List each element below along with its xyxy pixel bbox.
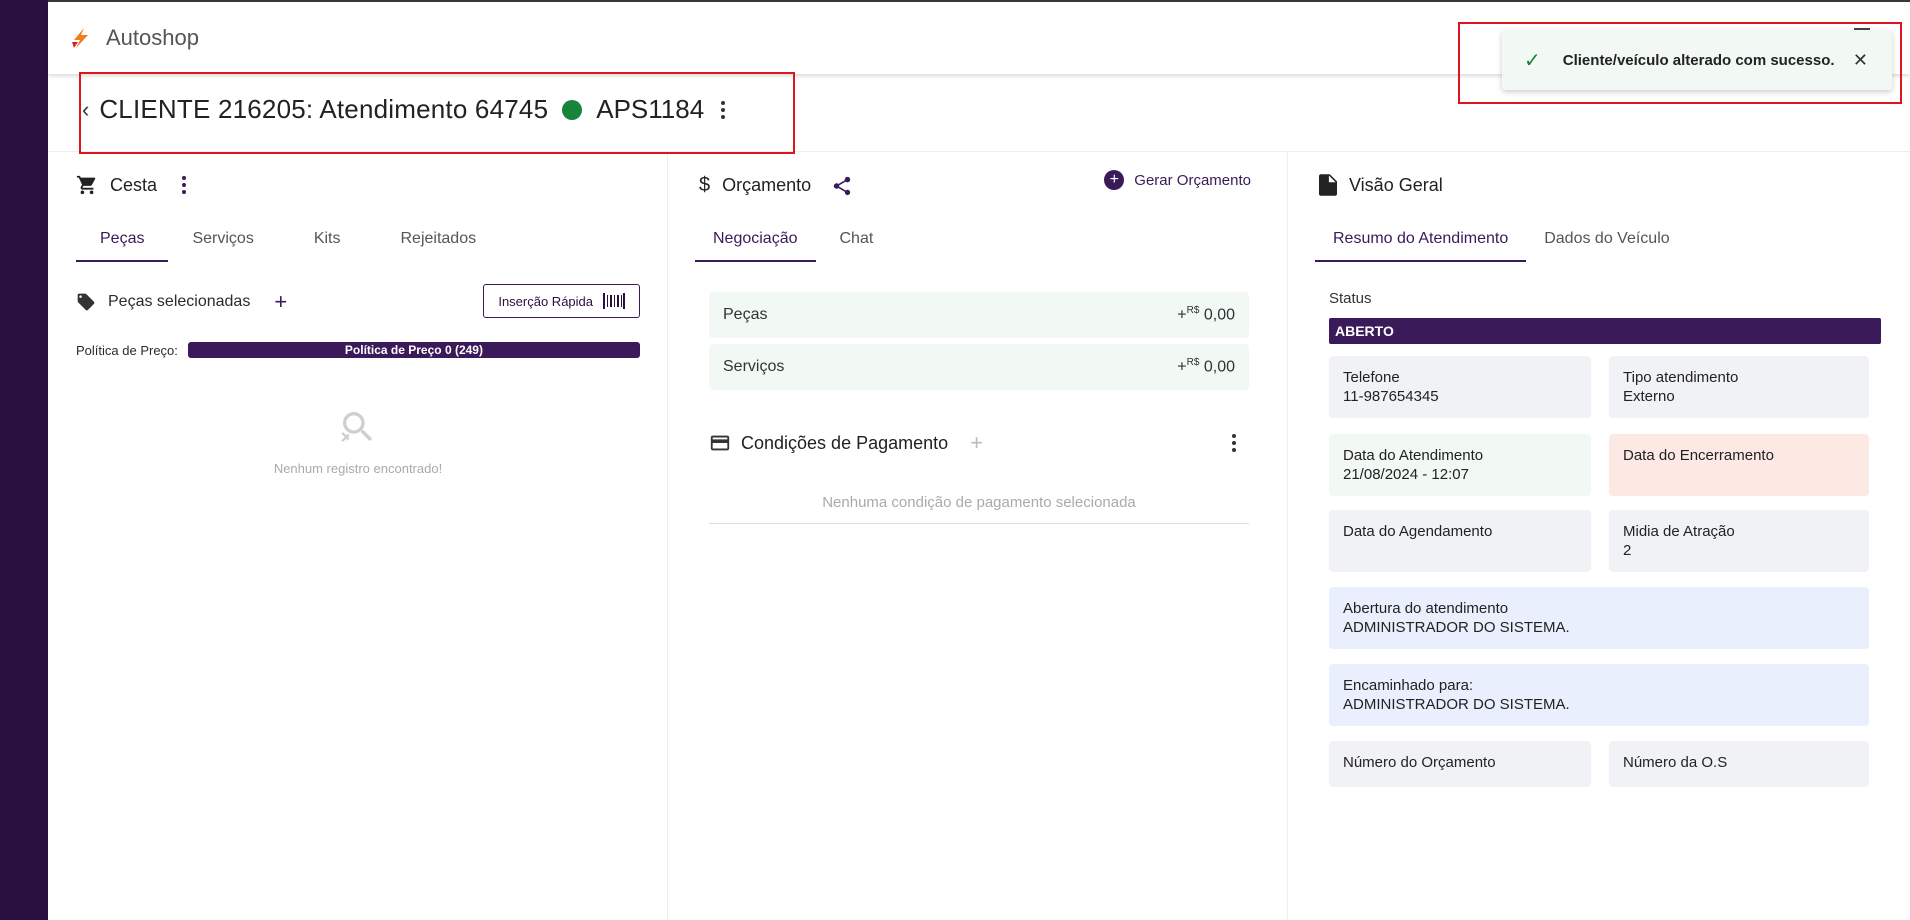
tab-servicos[interactable]: Serviços: [168, 222, 277, 262]
payment-conditions-header: Condições de Pagamento +: [709, 430, 1249, 456]
card-data-agendamento: Data do Agendamento: [1329, 510, 1591, 572]
status-dot: [562, 99, 583, 120]
quick-insert-label: Inserção Rápida: [498, 293, 593, 309]
share-icon[interactable]: [831, 175, 853, 197]
add-part-button[interactable]: +: [274, 289, 287, 315]
visao-header: Visão Geral: [1319, 174, 1443, 196]
status-label: Status: [1329, 290, 1372, 307]
price-row-servicos: Serviços +R$ 0,00: [709, 344, 1249, 390]
tab-kits[interactable]: Kits: [278, 222, 377, 262]
back-button[interactable]: ‹: [82, 97, 89, 123]
barcode-icon: [603, 293, 625, 309]
generate-quote-label: Gerar Orçamento: [1134, 171, 1251, 189]
card-data-atendimento: Data do Atendimento 21/08/2024 - 12:07: [1329, 434, 1591, 496]
document-icon: [1319, 174, 1337, 196]
cart-icon: [76, 175, 96, 195]
visao-tabs: Resumo do Atendimento Dados do Veículo: [1315, 222, 1688, 262]
add-condition-button[interactable]: +: [970, 430, 983, 456]
vehicle-plate: APS1184: [596, 94, 705, 124]
card-tipo-atendimento: Tipo atendimento Externo: [1609, 356, 1869, 418]
add-circle-icon: +: [1104, 170, 1125, 190]
card-data-encerramento: Data do Encerramento: [1609, 434, 1869, 496]
tab-negociacao[interactable]: Negociação: [695, 222, 816, 262]
price-policy-row: Política de Preço: Política de Preço 0 (…: [76, 342, 640, 358]
tab-dados-veiculo[interactable]: Dados do Veículo: [1526, 222, 1687, 262]
card-numero-orcamento: Número do Orçamento: [1329, 741, 1591, 787]
card-midia-atracao: Midia de Atração 2: [1609, 510, 1869, 572]
orcamento-header: $ Orçamento: [699, 174, 853, 197]
tab-resumo[interactable]: Resumo do Atendimento: [1315, 222, 1527, 262]
status-value: ABERTO: [1329, 318, 1881, 344]
orcamento-tabs: Negociação Chat: [695, 222, 897, 262]
cesta-tabs: Peças Serviços Kits Rejeitados: [76, 222, 500, 262]
conditions-empty-message: Nenhuma condição de pagamento selecionad…: [709, 494, 1249, 524]
generate-quote-button[interactable]: + Gerar Orçamento: [1104, 170, 1251, 190]
card-abertura: Abertura do atendimento ADMINISTRADOR DO …: [1329, 587, 1869, 649]
price-row-label: Serviços: [723, 358, 785, 375]
selected-parts-title: Peças selecionadas: [108, 293, 251, 310]
header-more-icon[interactable]: [720, 100, 726, 119]
payment-conditions-title: Condições de Pagamento: [741, 432, 949, 453]
tab-pecas[interactable]: Peças: [76, 222, 169, 262]
selected-parts-row: Peças selecionadas + Inserção Rápida: [76, 282, 640, 322]
price-row-pecas: Peças +R$ 0,00: [709, 292, 1249, 338]
cesta-title: Cesta: [110, 174, 158, 195]
credit-card-icon: [710, 435, 730, 451]
left-sidebar[interactable]: [0, 0, 48, 920]
success-toast: ✓ Cliente/veículo alterado com sucesso. …: [1502, 30, 1892, 90]
toast-close-icon[interactable]: ✕: [1853, 50, 1868, 71]
visao-geral-panel: Visão Geral Resumo do Atendimento Dados …: [1289, 152, 1910, 920]
conditions-more-icon[interactable]: [1231, 434, 1237, 452]
cesta-header: Cesta: [76, 174, 187, 196]
quick-insert-button[interactable]: Inserção Rápida: [483, 284, 640, 318]
search-off-icon: [341, 412, 373, 442]
price-policy-selector[interactable]: Política de Preço 0 (249): [187, 342, 640, 358]
dollar-icon: $: [699, 174, 711, 196]
price-row-value: +R$ 0,00: [1177, 357, 1235, 376]
visao-title: Visão Geral: [1349, 174, 1443, 195]
price-row-value: +R$ 0,00: [1177, 305, 1235, 324]
empty-message: Nenhum registro encontrado!: [273, 461, 443, 476]
autoshop-logo-icon: [72, 28, 88, 48]
page-title: CLIENTE 216205: Atendimento 64745: [99, 94, 549, 124]
orcamento-title: Orçamento: [722, 175, 812, 195]
tag-icon: [77, 293, 95, 311]
cesta-panel: Cesta Peças Serviços Kits Rejeitados Peç…: [48, 152, 668, 920]
app-title: Autoshop: [106, 25, 199, 50]
check-icon: ✓: [1524, 49, 1541, 72]
cesta-more-icon[interactable]: [181, 176, 187, 194]
price-policy-label: Política de Preço:: [76, 342, 178, 358]
toast-message: Cliente/veículo alterado com sucesso.: [1562, 51, 1835, 69]
card-numero-os: Número da O.S: [1609, 741, 1869, 787]
tab-chat[interactable]: Chat: [816, 222, 898, 262]
card-encaminhado: Encaminhado para: ADMINISTRADOR DO SISTEM…: [1329, 664, 1869, 726]
price-row-label: Peças: [723, 306, 768, 323]
orcamento-panel: $ Orçamento + Gerar Orçamento Negociação…: [669, 152, 1288, 920]
empty-state: Nenhum registro encontrado!: [48, 407, 668, 476]
card-telefone: Telefone 11-987654345: [1329, 356, 1591, 418]
tab-rejeitados[interactable]: Rejeitados: [377, 222, 501, 262]
